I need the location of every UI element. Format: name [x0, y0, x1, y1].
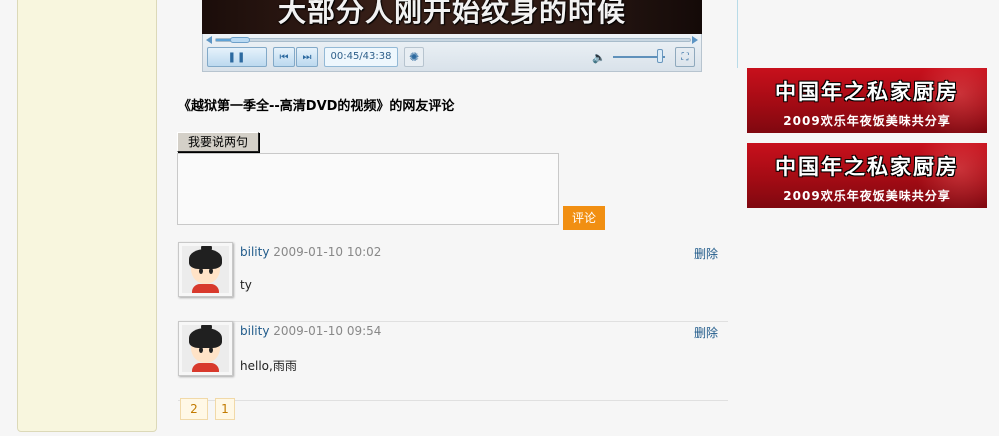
- delete-comment-link[interactable]: 删除: [694, 245, 718, 262]
- time-display: 00:45/43:38: [324, 47, 398, 67]
- comment-text: hello,雨雨: [240, 359, 297, 373]
- submit-comment-button[interactable]: 评论: [563, 206, 605, 230]
- seek-handle[interactable]: [230, 37, 250, 43]
- comment-user-link[interactable]: bility: [240, 324, 269, 338]
- delete-comment-link[interactable]: 删除: [694, 324, 718, 341]
- comment-textarea[interactable]: [177, 153, 559, 225]
- page-link-2[interactable]: 2: [180, 398, 208, 420]
- comment-text: ty: [240, 278, 252, 292]
- say-something-button[interactable]: 我要说两句: [177, 132, 259, 152]
- next-button[interactable]: ⏭: [296, 47, 318, 67]
- comments-title: 《越狱第一季全--高清DVD的视频》的网友评论: [178, 99, 455, 114]
- next-icon: ⏭: [302, 51, 312, 63]
- settings-button[interactable]: ✺: [404, 47, 424, 67]
- speaker-icon: 🔈: [592, 50, 606, 64]
- comment-user-link[interactable]: bility: [240, 245, 269, 259]
- pause-icon: ❚❚: [227, 51, 247, 63]
- video-frame[interactable]: 大部分人刚开始纹身的时候: [202, 0, 702, 34]
- fullscreen-icon: ⛶: [681, 51, 689, 63]
- player-controls: ❚❚ ⏮ ⏭ 00:45/43:38 ✺ 🔈 ⛶: [202, 34, 702, 72]
- volume-handle[interactable]: [657, 49, 663, 63]
- banner-ad[interactable]: 中国年之私家厨房 2009欢乐年夜饭美味共分享: [747, 68, 987, 133]
- comment-meta: bility 2009-01-10 10:02: [240, 245, 381, 259]
- banner-subtitle: 2009欢乐年夜饭美味共分享: [783, 189, 951, 203]
- comment-item: bility 2009-01-10 10:02 删除 ty: [178, 242, 728, 322]
- fullscreen-button[interactable]: ⛶: [675, 47, 695, 67]
- comment-meta: bility 2009-01-10 09:54: [240, 324, 381, 338]
- page-link-1[interactable]: 1: [215, 398, 235, 420]
- previous-icon: ⏮: [279, 51, 289, 63]
- banner-title: 中国年之私家厨房: [775, 154, 959, 179]
- comment-date: 2009-01-10 10:02: [273, 245, 382, 259]
- avatar[interactable]: [178, 321, 233, 376]
- previous-button[interactable]: ⏮: [273, 47, 295, 67]
- avatar[interactable]: [178, 242, 233, 297]
- comment-date: 2009-01-10 09:54: [273, 324, 382, 338]
- pause-button[interactable]: ❚❚: [207, 47, 267, 67]
- left-sidebar-panel: [17, 0, 157, 432]
- video-subtitle: 大部分人刚开始纹身的时候: [277, 0, 626, 28]
- volume-button[interactable]: 🔈: [589, 47, 609, 67]
- banner-title: 中国年之私家厨房: [775, 79, 959, 104]
- seek-forward-arrow-icon[interactable]: [692, 36, 698, 44]
- settings-gear-icon: ✺: [408, 50, 420, 64]
- banner-subtitle: 2009欢乐年夜饭美味共分享: [783, 114, 951, 128]
- seek-bar[interactable]: [215, 37, 691, 43]
- seek-back-arrow-icon[interactable]: [206, 36, 212, 44]
- divider: [737, 0, 738, 68]
- comment-item: bility 2009-01-10 09:54 删除 hello,雨雨: [178, 321, 728, 401]
- banner-ad[interactable]: 中国年之私家厨房 2009欢乐年夜饭美味共分享: [747, 143, 987, 208]
